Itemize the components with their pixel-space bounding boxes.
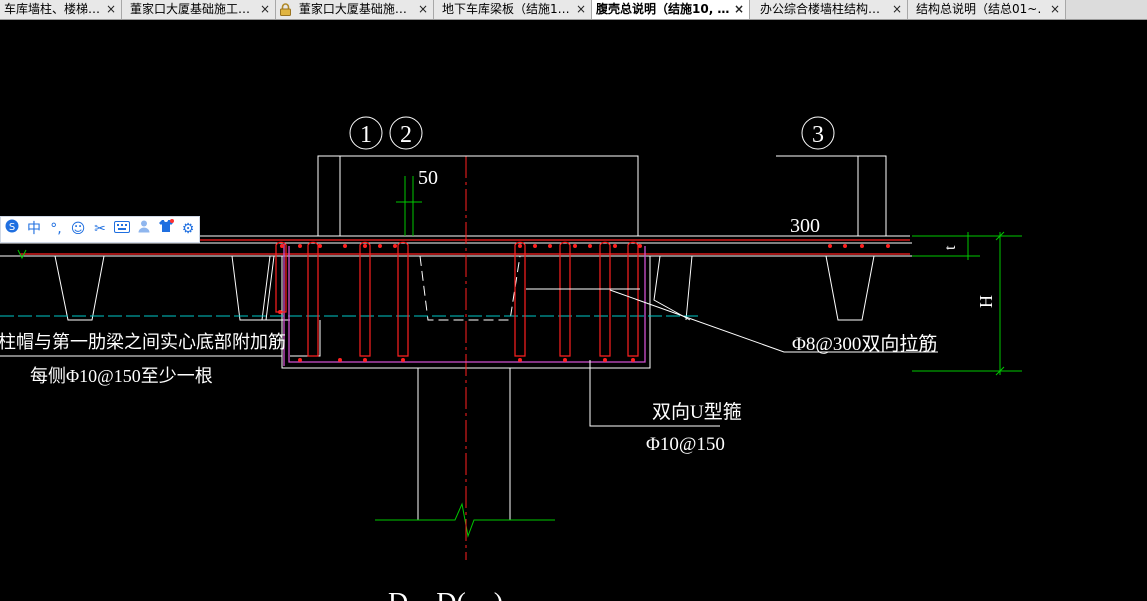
tab-label: 董家口大厦基础施… xyxy=(298,2,407,16)
close-icon[interactable]: × xyxy=(1050,0,1060,19)
tab-dongjiakou-foundation-1[interactable]: 董家口大厦基础施工… × xyxy=(122,0,276,19)
tab-label: 结构总说明（结总01~… xyxy=(916,2,1042,16)
close-icon[interactable]: × xyxy=(734,0,744,19)
stirrup-note-line1: 双向U型箍 xyxy=(652,401,742,423)
skin-icon[interactable] xyxy=(155,217,177,242)
close-icon[interactable]: × xyxy=(106,0,116,19)
svg-text:S: S xyxy=(9,222,15,233)
close-icon[interactable]: × xyxy=(418,0,428,19)
dimension-50: 50 xyxy=(396,167,438,236)
close-icon[interactable]: × xyxy=(892,0,902,19)
settings-icon[interactable]: ⚙ xyxy=(177,217,199,242)
stirrup-note-line2: Φ10@150 xyxy=(646,434,725,455)
dimension-300: 300 xyxy=(790,215,820,237)
user-icon[interactable] xyxy=(133,217,155,242)
section-marker-3: 3 xyxy=(801,116,835,150)
tab-structural-general-notes[interactable]: 结构总说明（结总01~… × xyxy=(908,0,1066,19)
tab-label: 董家口大厦基础施工… xyxy=(130,2,251,16)
tab-garage-walls[interactable]: 车库墙柱、楼梯… × xyxy=(0,0,122,19)
break-line xyxy=(375,502,555,538)
column-cap-outline xyxy=(261,255,691,369)
u-stirrup xyxy=(283,244,646,366)
tab-label: 腹壳总说明（结施10, … xyxy=(596,2,730,16)
section-marker-2: 2 xyxy=(389,116,423,150)
left-note-line1: 柱帽与第一肋梁之间实心底部附加筋 xyxy=(0,332,286,352)
keyboard-icon[interactable] xyxy=(111,217,133,242)
vertical-ties xyxy=(275,241,639,357)
tab-dongjiakou-foundation-2[interactable]: 董家口大厦基础施… × xyxy=(276,0,434,19)
dim-H-label: H xyxy=(976,295,996,308)
section-title: D—D(…) xyxy=(388,588,503,601)
scissors-icon[interactable]: ✂ xyxy=(89,217,111,242)
tie-note: Φ8@300双向拉筋 xyxy=(792,333,937,355)
tab-label: 车库墙柱、楼梯… xyxy=(4,2,101,16)
marker-label: 3 xyxy=(812,122,824,148)
chinese-mode-button[interactable]: 中 xyxy=(23,217,45,242)
lock-icon xyxy=(280,3,291,16)
dim-label: 300 xyxy=(790,215,820,237)
left-note-line2: 每侧Φ10@150至少一根 xyxy=(30,366,213,386)
ime-toolbar[interactable]: S 中 °, ☺ ✂ ⚙ xyxy=(0,216,200,243)
close-icon[interactable]: × xyxy=(260,0,270,19)
marker-label: 1 xyxy=(360,122,372,148)
dim-label: 50 xyxy=(418,167,438,189)
slab-ribs xyxy=(54,255,875,321)
emoji-icon[interactable]: ☺ xyxy=(67,217,89,242)
dim-t-label: t xyxy=(942,245,959,250)
ime-logo-icon[interactable]: S xyxy=(1,217,23,242)
tab-label: 地下车库梁板（结施1… xyxy=(442,2,570,16)
tab-office-building-walls[interactable]: 办公综合楼墙柱结构… × xyxy=(750,0,908,19)
close-icon[interactable]: × xyxy=(576,0,586,19)
marker-label: 2 xyxy=(400,122,412,148)
section-marker-1: 1 xyxy=(349,116,383,150)
document-tab-bar: 车库墙柱、楼梯… × 董家口大厦基础施工… × 董家口大厦基础施… × 地下车库… xyxy=(0,0,1147,20)
column-below xyxy=(417,368,511,520)
tab-label: 办公综合楼墙柱结构… xyxy=(760,2,881,16)
tab-shell-general-notes[interactable]: 腹壳总说明（结施10, … × xyxy=(592,0,750,19)
cad-drawing-canvas[interactable]: 1 2 3 50 300 t H Φ8@300双向拉筋 双向U型箍 Φ10@15… xyxy=(0,20,1147,601)
punctuation-icon[interactable]: °, xyxy=(45,217,67,242)
tab-underground-garage-beam[interactable]: 地下车库梁板（结施1… × xyxy=(434,0,592,19)
